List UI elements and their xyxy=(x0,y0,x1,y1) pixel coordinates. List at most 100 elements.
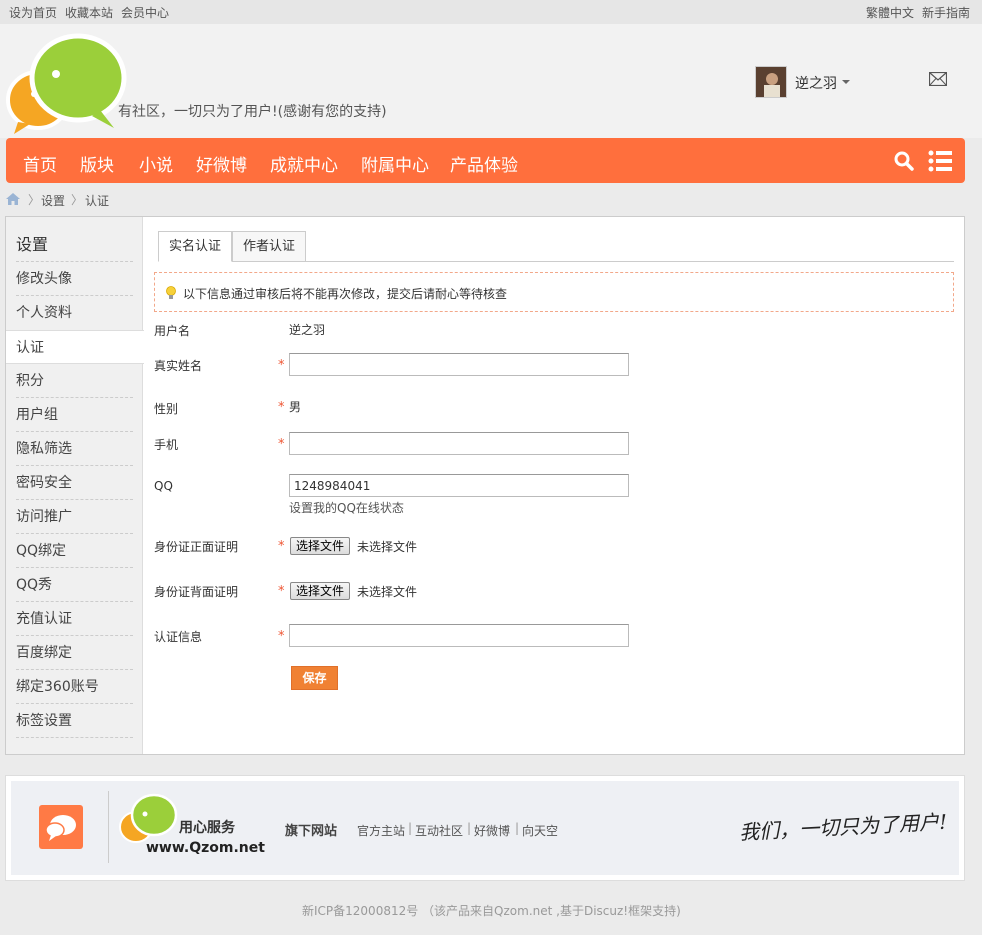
sidebar-item[interactable]: 访问推广 xyxy=(6,500,143,534)
sidebar-item-label: 隐私筛选 xyxy=(16,441,72,457)
id-back-file-button[interactable]: 选择文件 xyxy=(290,582,351,600)
bookmark-link[interactable]: 收藏本站 xyxy=(65,6,113,20)
gender-value: 男 xyxy=(289,400,302,414)
nav-item-home[interactable]: 首页 xyxy=(23,151,57,176)
sidebar-item[interactable]: 百度绑定 xyxy=(6,636,143,670)
nav-item-weibo[interactable]: 好微博 xyxy=(196,151,247,176)
footer-inner: 用心服务 www.Qzom.net 旗下网站 官方主站 | 互动社区 | 好微博… xyxy=(11,781,959,875)
member-center-link[interactable]: 会员中心 xyxy=(121,6,169,20)
sidebar-item[interactable]: 密码安全 xyxy=(6,466,143,500)
lightbulb-icon xyxy=(166,286,176,299)
footer-link-separator: | xyxy=(467,821,472,835)
tab-author[interactable]: 作者认证 xyxy=(232,231,307,262)
chat-bubble-icon xyxy=(39,805,83,849)
menu-list-icon[interactable] xyxy=(928,150,952,172)
auth-info-label: 认证信息 xyxy=(154,630,203,644)
required-mark: * xyxy=(278,629,285,644)
sidebar-item-label: 百度绑定 xyxy=(16,645,72,661)
site-footer: 用心服务 www.Qzom.net 旗下网站 官方主站 | 互动社区 | 好微博… xyxy=(5,775,965,881)
username-label: 用户名 xyxy=(154,324,191,338)
sidebar-item[interactable]: 绑定360账号 xyxy=(6,670,143,704)
sidebar-item[interactable]: 积分 xyxy=(6,364,143,398)
sidebar-item[interactable]: QQ秀 xyxy=(6,568,143,602)
footer-motto: 我们，一切只为了用户! xyxy=(738,809,948,845)
id-front-file-status: 未选择文件 xyxy=(357,540,418,554)
nav-item-novels[interactable]: 小说 xyxy=(139,151,173,176)
id-front-label: 身份证正面证明 xyxy=(154,540,239,554)
sidebar-item-label: 用户组 xyxy=(16,407,58,423)
user-avatar[interactable] xyxy=(755,66,787,98)
sidebar-item-active[interactable]: 认证 xyxy=(6,330,144,364)
required-mark: * xyxy=(278,584,285,599)
footer-link-weibo[interactable]: 好微博 xyxy=(474,822,510,839)
sidebar-item[interactable]: 用户组 xyxy=(6,398,143,432)
mail-icon[interactable] xyxy=(929,72,947,86)
sidebar-item-label: 标签设置 xyxy=(16,713,72,729)
gender-label: 性别 xyxy=(154,402,179,416)
site-slogan: 有社区，一切只为了用户!(感谢有您的支持) xyxy=(118,104,387,120)
sidebar-item-label: 访问推广 xyxy=(16,509,72,525)
sidebar-item-label: 个人资料 xyxy=(16,305,72,321)
id-back-label: 身份证背面证明 xyxy=(154,585,239,599)
username-value: 逆之羽 xyxy=(289,323,326,337)
top-bar: 设为首页 收藏本站 会员中心 繁體中文 新手指南 xyxy=(0,0,982,24)
sidebar-item-label: 修改头像 xyxy=(16,271,72,287)
sidebar-item-label: 绑定360账号 xyxy=(16,679,99,695)
breadcrumb-separator: 〉 xyxy=(71,193,84,207)
realname-input[interactable] xyxy=(289,353,629,376)
qq-online-status-link[interactable]: 设置我的QQ在线状态 xyxy=(289,499,404,516)
footer-link-separator: | xyxy=(408,821,413,835)
save-button[interactable]: 保存 xyxy=(291,666,338,690)
beginner-guide-link[interactable]: 新手指南 xyxy=(922,6,970,20)
realname-label: 真实姓名 xyxy=(154,359,203,373)
site-header: 有社区，一切只为了用户!(感谢有您的支持) 逆之羽 xyxy=(0,24,982,138)
sidebar-item-label: 充值认证 xyxy=(16,611,72,627)
sidebar-item-label: 认证 xyxy=(16,340,44,356)
breadcrumb-settings[interactable]: 设置 xyxy=(41,192,65,209)
qq-label: QQ xyxy=(154,479,173,493)
sidebar-item-label: QQ秀 xyxy=(16,577,53,593)
footer-link-community[interactable]: 互动社区 xyxy=(415,822,463,839)
sidebar-item[interactable]: 个人资料 xyxy=(6,296,143,330)
auth-info-input[interactable] xyxy=(289,624,629,647)
nav-item-products[interactable]: 产品体验 xyxy=(450,151,518,176)
notice-box: 以下信息通过审核后将不能再次修改，提交后请耐心等待核查 xyxy=(154,272,954,312)
sidebar-item-label: 积分 xyxy=(16,373,44,389)
home-icon[interactable] xyxy=(6,193,20,205)
nav-item-achievements[interactable]: 成就中心 xyxy=(270,151,338,176)
footer-divider xyxy=(108,791,109,863)
required-mark: * xyxy=(278,539,285,554)
sidebar-item[interactable]: 隐私筛选 xyxy=(6,432,143,466)
username-menu[interactable]: 逆之羽 xyxy=(795,73,837,93)
footer-service-text: 用心服务 xyxy=(179,820,235,836)
sidebar-item[interactable]: 修改头像 xyxy=(6,262,143,296)
footer-sites-title: 旗下网站 xyxy=(285,824,338,839)
top-links-left: 设为首页 收藏本站 会员中心 xyxy=(9,4,177,21)
sidebar-item[interactable]: 充值认证 xyxy=(6,602,143,636)
phone-input[interactable] xyxy=(289,432,629,455)
tab-real-name[interactable]: 实名认证 xyxy=(158,231,233,262)
id-back-file-status: 未选择文件 xyxy=(357,585,418,599)
required-mark: * xyxy=(278,437,285,452)
id-front-file-button[interactable]: 选择文件 xyxy=(290,537,351,555)
copyright-text: 新ICP备12000812号 （该产品来自Qzom.net ,基于Discuz!… xyxy=(302,904,681,918)
traditional-chinese-link[interactable]: 繁體中文 xyxy=(866,6,914,20)
footer-url[interactable]: www.Qzom.net xyxy=(146,840,265,856)
sidebar-item-label: QQ绑定 xyxy=(16,543,67,559)
sidebar-item[interactable]: QQ绑定 xyxy=(6,534,143,568)
sidebar-item[interactable]: 标签设置 xyxy=(6,704,143,738)
phone-label: 手机 xyxy=(154,438,179,452)
nav-item-forums[interactable]: 版块 xyxy=(80,151,114,176)
footer-link-sky[interactable]: 向天空 xyxy=(522,822,558,839)
qq-input[interactable] xyxy=(289,474,629,497)
set-homepage-link[interactable]: 设为首页 xyxy=(9,6,57,20)
main-nav: 首页 版块 小说 好微博 成就中心 附属中心 产品体验 xyxy=(6,138,965,183)
search-icon[interactable] xyxy=(894,151,914,171)
site-logo[interactable] xyxy=(4,30,128,134)
footer-link-official[interactable]: 官方主站 xyxy=(357,822,405,839)
nav-item-affiliates[interactable]: 附属中心 xyxy=(361,151,429,176)
breadcrumb-current: 认证 xyxy=(85,194,110,208)
chevron-down-icon[interactable] xyxy=(842,80,850,84)
sidebar-title-divider xyxy=(6,228,143,262)
breadcrumb-separator: 〉 xyxy=(28,193,41,207)
